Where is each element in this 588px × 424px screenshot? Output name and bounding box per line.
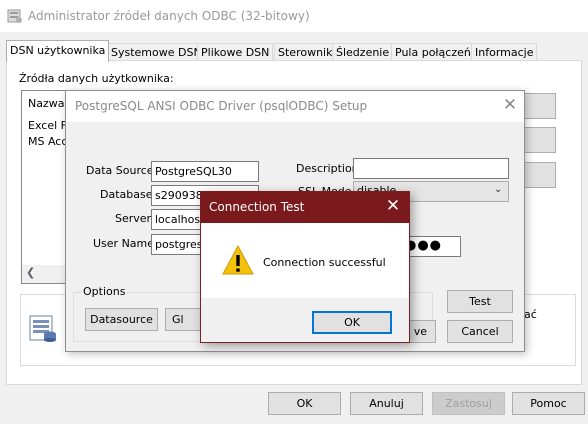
main-window-title: Administrator źródeł danych ODBC (32-bit… — [28, 9, 310, 23]
database-info-icon — [29, 315, 56, 342]
description-field[interactable] — [353, 158, 509, 179]
password-value: ●●● — [405, 238, 443, 253]
help-button[interactable]: Pomoc — [512, 392, 585, 415]
tab-connection-pooling[interactable]: Pula połączeń — [391, 43, 475, 61]
user-data-sources-label: Źródła danych użytkownika: — [19, 72, 174, 85]
tab-tracing[interactable]: Śledzenie — [332, 43, 394, 61]
cancel-button[interactable]: Anuluj — [350, 392, 423, 415]
pg-setup-title: PostgreSQL ANSI ODBC Driver (psqlODBC) S… — [75, 99, 368, 113]
tab-system-dsn[interactable]: Systemowe DSN — [107, 43, 206, 61]
tab-file-dsn[interactable]: Plikowe DSN — [197, 43, 274, 61]
tab-about[interactable]: Informacje — [471, 43, 538, 61]
chevron-down-icon[interactable]: ⌄ — [494, 184, 506, 198]
user-name-label: User Name — [93, 237, 155, 250]
database-label: Database — [100, 188, 153, 201]
warning-icon — [222, 244, 254, 275]
tab-bar: DSN użytkownika Systemowe DSN Plikowe DS… — [6, 40, 584, 62]
server-label: Server — [115, 212, 152, 225]
list-header-name[interactable]: Nazwa — [28, 97, 64, 110]
global-button[interactable]: Gl — [165, 308, 203, 331]
list-item[interactable]: MS Acc — [28, 135, 67, 148]
tab-user-dsn[interactable]: DSN użytkownika — [6, 40, 110, 62]
test-button[interactable]: Test — [447, 290, 513, 313]
apply-button[interactable]: Zastosuj — [432, 392, 505, 415]
connection-test-message: Connection successful — [263, 256, 386, 269]
description-label: Description — [296, 162, 359, 175]
tab-drivers[interactable]: Sterowniki — [274, 43, 340, 61]
options-label: Options — [81, 285, 128, 298]
connection-test-title: Connection Test — [209, 200, 305, 214]
datasource-button[interactable]: Datasource — [85, 308, 158, 331]
odbc-admin-icon — [7, 9, 22, 23]
ok-button[interactable]: OK — [268, 392, 341, 415]
connection-test-ok-button[interactable]: OK — [312, 311, 392, 334]
data-source-label: Data Source — [86, 164, 154, 177]
close-icon[interactable]: ✕ — [502, 96, 518, 114]
close-icon[interactable]: ✕ — [385, 196, 401, 216]
scroll-left-icon[interactable]: ❮ — [26, 266, 38, 282]
pg-cancel-button[interactable]: Cancel — [447, 320, 513, 343]
data-source-field[interactable]: PostgreSQL30 — [151, 161, 259, 182]
info-text: ać — [524, 308, 537, 321]
